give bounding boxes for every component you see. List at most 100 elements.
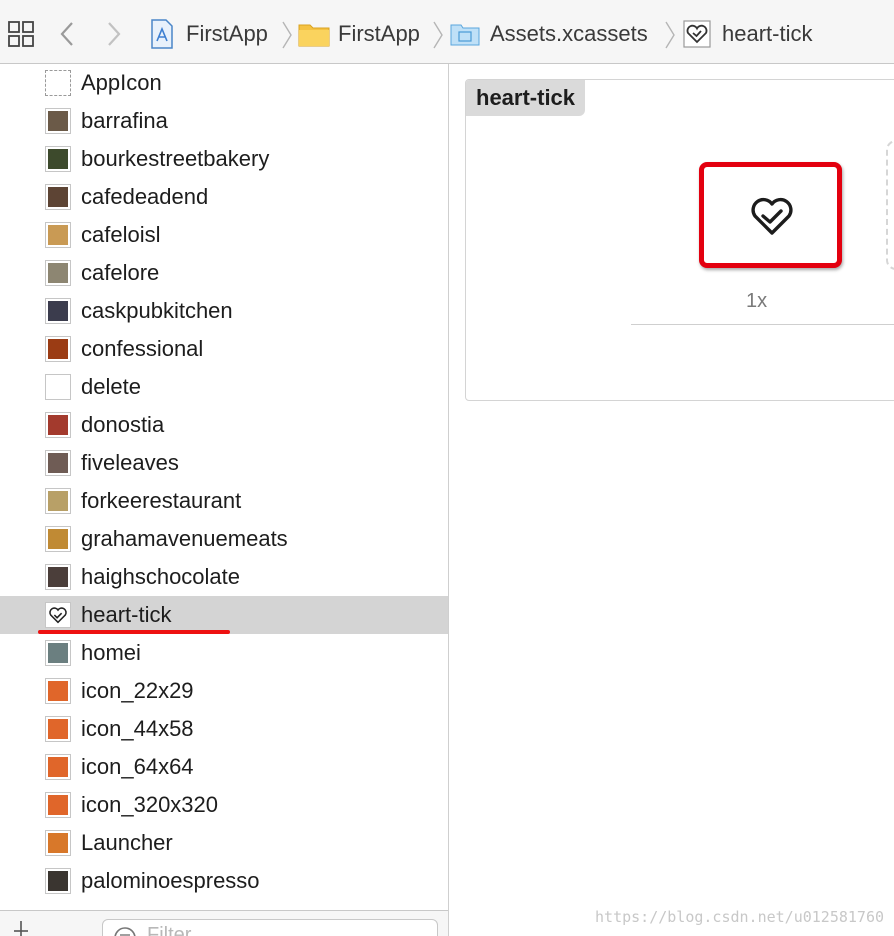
filter-placeholder: Filter: [147, 924, 192, 936]
filter-icon: [114, 927, 136, 936]
asset-item-delete[interactable]: delete: [0, 368, 448, 406]
breadcrumb-label: FirstApp: [338, 21, 420, 46]
asset-item-bourkestreetbakery[interactable]: bourkestreetbakery: [0, 140, 448, 178]
asset-item-label: Launcher: [81, 830, 173, 855]
asset-item-icon-320x320[interactable]: icon_320x320: [0, 786, 448, 824]
image-thumbnail-icon: [45, 450, 71, 476]
asset-item-homei[interactable]: homei: [0, 634, 448, 672]
selection-annotation-underline: [38, 630, 230, 634]
asset-item-label: cafelore: [81, 260, 160, 285]
asset-item-label: icon_22x29: [81, 678, 194, 703]
asset-item-label: homei: [81, 640, 141, 665]
breadcrumb-project[interactable]: FirstApp: [150, 18, 268, 50]
asset-item-forkeerestaurant[interactable]: forkeerestaurant: [0, 482, 448, 520]
asset-item-cafedeadend[interactable]: cafedeadend: [0, 178, 448, 216]
folder-icon: [298, 24, 330, 47]
heart-tick-icon: [751, 197, 793, 235]
asset-item-barrafina[interactable]: barrafina: [0, 102, 448, 140]
asset-item-palominoespresso[interactable]: palominoespresso: [0, 862, 448, 900]
image-thumbnail-icon: [45, 108, 71, 134]
asset-item-caskpubkitchen[interactable]: caskpubkitchen: [0, 292, 448, 330]
jump-bar: FirstApp FirstApp Assets.xcassets heart-…: [0, 0, 894, 64]
asset-title: heart-tick: [466, 80, 586, 116]
asset-item-label: fiveleaves: [81, 450, 179, 475]
asset-item-label: barrafina: [81, 108, 168, 133]
breadcrumb-separator-icon: [665, 21, 675, 49]
breadcrumb-image-set[interactable]: heart-tick: [683, 18, 812, 50]
filter-bar: Filter: [0, 910, 448, 936]
image-thumbnail-icon: [45, 146, 71, 172]
image-thumbnail-icon: [45, 526, 71, 552]
asset-item-label: grahamavenuemeats: [81, 526, 288, 551]
image-set-icon: [683, 20, 711, 48]
asset-item-label: donostia: [81, 412, 165, 437]
heart-tick-thumbnail-icon: [45, 602, 71, 628]
breadcrumb-label: Assets.xcassets: [490, 21, 648, 46]
asset-item-icon-22x29[interactable]: icon_22x29: [0, 672, 448, 710]
asset-item-donostia[interactable]: donostia: [0, 406, 448, 444]
asset-item-label: confessional: [81, 336, 204, 361]
asset-item-label: heart-tick: [81, 602, 172, 627]
asset-item-label: cafedeadend: [81, 184, 209, 209]
image-thumbnail-icon: [45, 564, 71, 590]
image-thumbnail-icon: [45, 298, 71, 324]
image-thumbnail-icon: [45, 792, 71, 818]
image-thumbnail-icon: [45, 488, 71, 514]
image-thumbnail-icon: [45, 222, 71, 248]
watermark: https://blog.csdn.net/u012581760: [595, 908, 884, 926]
image-thumbnail-icon: [45, 830, 71, 856]
asset-item-fiveleaves[interactable]: fiveleaves: [0, 444, 448, 482]
image-thumbnail-icon: [45, 336, 71, 362]
breadcrumb-separator-icon: [282, 21, 292, 49]
breadcrumb-label: heart-tick: [722, 21, 813, 46]
forward-arrow-icon[interactable]: [104, 20, 124, 48]
asset-item-label: bourkestreetbakery: [81, 146, 270, 171]
asset-item-label: caskpubkitchen: [81, 298, 233, 323]
asset-item-label: cafeloisl: [81, 222, 161, 247]
app-icon-placeholder-icon: [45, 70, 71, 96]
project-file-icon: [151, 19, 173, 49]
image-thumbnail-icon: [45, 260, 71, 286]
asset-list-sidebar: AppIcon barrafina bourkestreetbakery cafede…: [0, 64, 449, 936]
asset-item-cafelore[interactable]: cafelore: [0, 254, 448, 292]
asset-item-label: delete: [81, 374, 141, 399]
image-thumbnail-icon: [45, 754, 71, 780]
breadcrumb-separator-icon: [433, 21, 443, 49]
filter-input[interactable]: Filter: [102, 919, 438, 936]
asset-item-confessional[interactable]: confessional: [0, 330, 448, 368]
image-set-panel: heart-tick 1x: [465, 79, 894, 401]
image-slot-2x-empty[interactable]: [886, 140, 894, 270]
breadcrumb-folder[interactable]: FirstApp: [298, 18, 420, 50]
asset-item-label: icon_64x64: [81, 754, 194, 779]
related-items-grid-icon[interactable]: [8, 21, 34, 47]
image-thumbnail-icon: [45, 412, 71, 438]
image-thumbnail-icon: [45, 640, 71, 666]
add-icon[interactable]: [14, 919, 28, 936]
image-thumbnail-icon: [45, 184, 71, 210]
asset-item-haighschocolate[interactable]: haighschocolate: [0, 558, 448, 596]
asset-item-launcher[interactable]: Launcher: [0, 824, 448, 862]
image-slot-1x[interactable]: [699, 162, 842, 268]
slot-scale-label: 1x: [746, 290, 768, 312]
asset-item-label: AppIcon: [81, 70, 162, 95]
asset-item-appicon[interactable]: AppIcon: [0, 64, 448, 102]
asset-item-label: palominoespresso: [81, 868, 260, 893]
asset-item-label: haighschocolate: [81, 564, 241, 589]
asset-item-grahamavenuemeats[interactable]: grahamavenuemeats: [0, 520, 448, 558]
asset-item-label: icon_320x320: [81, 792, 219, 817]
breadcrumb-label: FirstApp: [186, 21, 268, 46]
asset-catalog-icon: [450, 24, 480, 46]
asset-item-icon-44x58[interactable]: icon_44x58: [0, 710, 448, 748]
image-thumbnail-icon: [45, 678, 71, 704]
image-thumbnail-icon: [45, 716, 71, 742]
image-thumbnail-icon: [45, 868, 71, 894]
breadcrumb-asset-catalog[interactable]: Assets.xcassets: [450, 18, 648, 50]
asset-item-label: forkeerestaurant: [81, 488, 242, 513]
asset-item-heart-tick[interactable]: heart-tick: [0, 596, 448, 634]
slot-divider: [631, 324, 894, 325]
back-arrow-icon[interactable]: [57, 20, 77, 48]
asset-item-label: icon_44x58: [81, 716, 194, 741]
image-thumbnail-icon: [45, 374, 71, 400]
asset-item-icon-64x64[interactable]: icon_64x64: [0, 748, 448, 786]
asset-item-cafeloisl[interactable]: cafeloisl: [0, 216, 448, 254]
